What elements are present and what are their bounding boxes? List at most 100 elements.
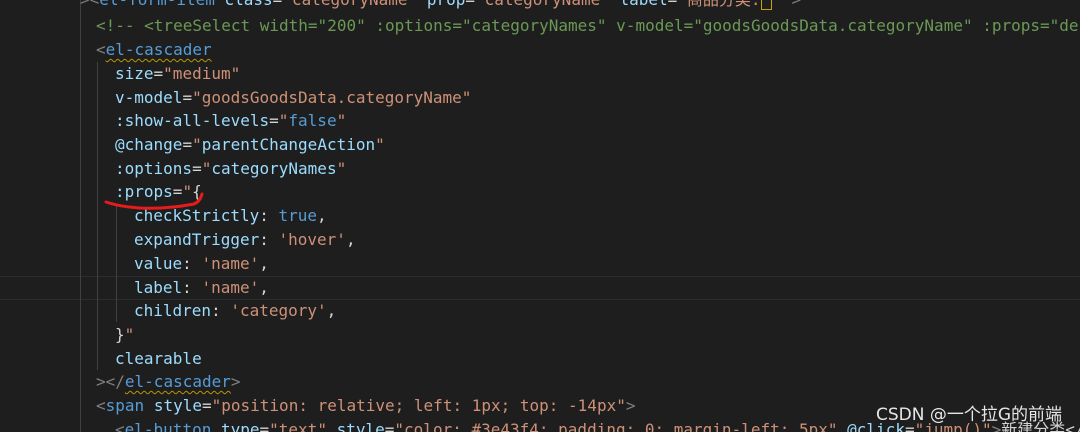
code-line: :show-all-levels="false" xyxy=(115,109,346,133)
code-line: size="medium" xyxy=(115,62,240,86)
code-line: children: 'category', xyxy=(134,299,336,323)
code-token: size xyxy=(115,64,154,83)
code-token: <!-- <treeSelect width="200" :options="c… xyxy=(96,16,1079,35)
code-token: 'name' xyxy=(201,278,260,297)
code-token: = xyxy=(172,182,183,201)
code-token: parentChangeAction xyxy=(201,135,376,154)
code-token: el-form-item xyxy=(99,0,215,9)
code-token: checkStrictly xyxy=(134,206,260,225)
code-token: el-button xyxy=(124,420,212,432)
code-token: el-cascader xyxy=(105,40,212,59)
code-token: = xyxy=(153,64,164,83)
code-token: " xyxy=(201,159,212,178)
code-token: children xyxy=(134,301,212,320)
code-token: "商品分类: xyxy=(677,0,760,9)
code-token: = xyxy=(192,159,202,178)
code-token: style xyxy=(336,420,385,432)
code-token: " xyxy=(124,325,135,344)
code-token: @change xyxy=(115,135,183,154)
code-token: > xyxy=(782,0,801,9)
code-token: :show-all-levels xyxy=(115,111,270,130)
code-token: 'hover' xyxy=(278,230,346,249)
code-token: ></ xyxy=(96,372,125,391)
code-token: : xyxy=(259,206,279,225)
code-token: >< xyxy=(80,0,99,9)
code-token: " xyxy=(192,135,202,154)
code-token: :options xyxy=(115,159,193,178)
code-token: " xyxy=(278,111,289,130)
code-token: label xyxy=(134,278,183,297)
code-token: style xyxy=(153,396,202,415)
code-token: "categoryName" xyxy=(282,0,417,9)
code-line: value: 'name', xyxy=(134,252,269,276)
code-token: 'category' xyxy=(230,301,327,320)
code-token: el-cascader xyxy=(124,372,231,391)
code-token: < xyxy=(96,40,106,59)
code-token: = xyxy=(384,420,395,432)
code-token: , xyxy=(259,254,269,273)
code-token: clearable xyxy=(115,349,202,368)
code-line: :options="categoryNames" xyxy=(115,157,346,181)
code-line: clearable xyxy=(115,347,202,371)
code-token: prop xyxy=(427,0,466,9)
code-token: " xyxy=(375,135,385,154)
code-token: = xyxy=(269,111,279,130)
code-line: <el-cascader xyxy=(96,38,212,62)
code-token: " xyxy=(182,182,193,201)
code-line: :props="{ xyxy=(115,180,202,204)
code-token: "text" xyxy=(269,420,327,432)
code-token: : xyxy=(211,301,231,320)
code-token: = xyxy=(668,0,678,9)
indent-guide xyxy=(80,0,81,432)
code-line: expandTrigger: 'hover', xyxy=(134,228,356,252)
code-token: : xyxy=(259,230,279,249)
code-line: ></el-cascader> xyxy=(96,370,241,394)
code-token: span xyxy=(105,396,145,415)
code-token: value xyxy=(134,254,183,273)
code-token: v-model xyxy=(115,88,183,107)
code-token: type xyxy=(220,420,260,432)
code-line: label: 'name', xyxy=(134,276,269,300)
code-line: }" xyxy=(115,323,134,347)
code-line: v-model="goodsGoodsData.categoryName" xyxy=(115,86,471,110)
code-token: : xyxy=(182,254,202,273)
code-token: "color: #3e43f4; padding: 0; margin-left… xyxy=(394,420,838,432)
code-editor[interactable]: ><el-form-item class="categoryName" prop… xyxy=(0,0,1080,432)
code-token: false xyxy=(288,111,337,130)
code-token: = xyxy=(273,0,283,9)
code-token: > xyxy=(625,396,636,415)
code-line: <span style="position: relative; left: 1… xyxy=(96,394,635,418)
code-line: checkStrictly: true, xyxy=(134,204,327,228)
indent-guide xyxy=(116,204,117,322)
code-token: } xyxy=(115,325,125,344)
code-token: "medium" xyxy=(163,64,241,83)
code-token: = xyxy=(201,396,212,415)
code-token: , xyxy=(317,206,327,225)
code-token: :props xyxy=(115,182,173,201)
code-token: < xyxy=(115,420,125,432)
code-line: @change="parentChangeAction" xyxy=(115,133,385,157)
code-token: < xyxy=(96,396,106,415)
code-token: , xyxy=(326,301,337,320)
code-token: = xyxy=(182,135,193,154)
code-token: categoryNames xyxy=(211,159,337,178)
code-token: { xyxy=(192,182,202,201)
code-token: class xyxy=(225,0,273,9)
code-token: "goodsGoodsData.categoryName" xyxy=(192,88,472,107)
code-token: " xyxy=(772,0,782,9)
code-token: true xyxy=(278,206,318,225)
code-token: expandTrigger xyxy=(134,230,260,249)
code-token: 'name' xyxy=(201,254,260,273)
code-token: , xyxy=(345,230,356,249)
code-token: , xyxy=(259,278,269,297)
code-token: = xyxy=(182,88,193,107)
indent-guide xyxy=(97,62,98,370)
watermark: CSDN @一个拉G的前端 xyxy=(875,405,1062,425)
code-token: "categoryName" xyxy=(475,0,610,9)
